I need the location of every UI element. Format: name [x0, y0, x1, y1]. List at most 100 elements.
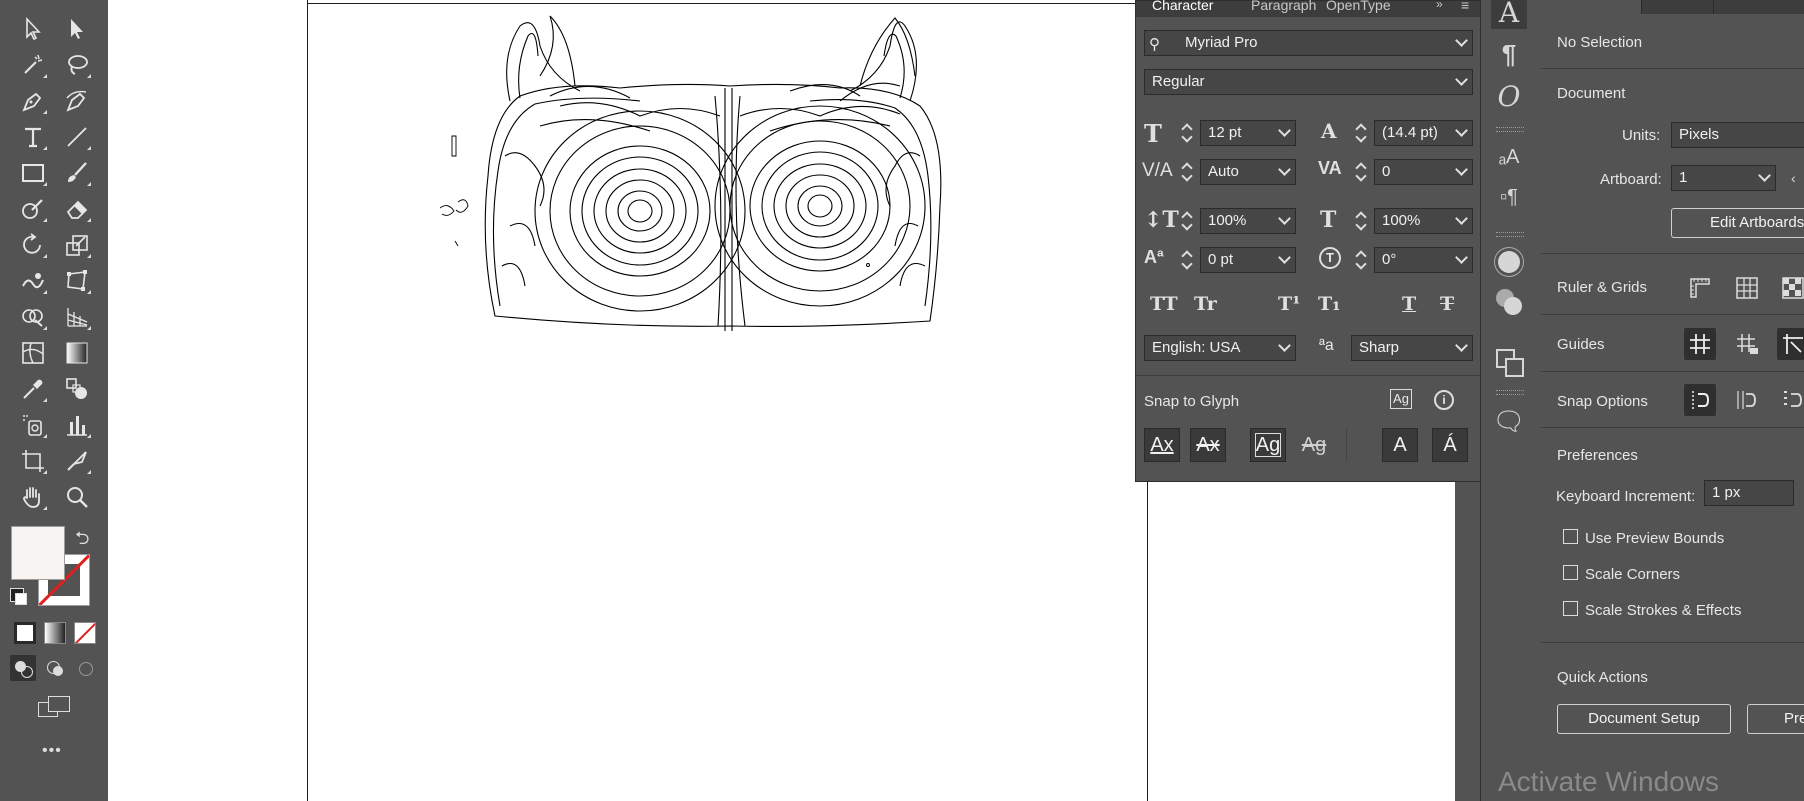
comments-panel-icon[interactable]: 🗨 — [1491, 404, 1527, 438]
warp-tool-icon[interactable] — [18, 266, 48, 296]
swap-fill-stroke-icon[interactable]: ⮌ — [75, 526, 89, 556]
preferences-button[interactable]: Preferences — [1747, 704, 1804, 734]
rotate-tool-icon[interactable] — [18, 230, 48, 260]
chevron-down-icon[interactable] — [1278, 124, 1291, 137]
snap-to-pixel-icon[interactable] — [1777, 384, 1804, 416]
tab-character[interactable]: Character — [1152, 0, 1213, 13]
font-size-field[interactable]: 12 pt — [1200, 120, 1296, 146]
graphic-styles-icon[interactable] — [1491, 285, 1527, 319]
blend-tool-icon[interactable] — [62, 374, 92, 404]
curvature-tool-icon[interactable] — [62, 86, 92, 116]
direct-selection-tool-icon[interactable] — [62, 14, 92, 44]
info-icon[interactable]: i — [1434, 390, 1454, 410]
leading-field[interactable]: (14.4 pt) — [1374, 120, 1473, 146]
artboard-nav-icon[interactable]: ‹ — [1791, 170, 1796, 186]
tracking-stepper[interactable] — [1354, 159, 1368, 185]
chevron-down-icon[interactable] — [1455, 163, 1468, 176]
slice-tool-icon[interactable] — [62, 446, 92, 476]
draw-inside-icon[interactable] — [72, 655, 98, 681]
font-family-field[interactable]: Myriad Pro — [1144, 30, 1473, 56]
grid-icon[interactable] — [1731, 272, 1763, 304]
baseline-shift-stepper[interactable] — [1180, 247, 1194, 273]
chevron-down-icon[interactable] — [1455, 339, 1468, 352]
snap-to-point-icon[interactable] — [1684, 384, 1716, 416]
snap-x-height-button[interactable]: Ax — [1190, 428, 1226, 462]
horizontal-scale-field[interactable]: 100% — [1374, 208, 1473, 234]
paragraph-panel-icon[interactable]: ¶ — [1491, 37, 1527, 71]
mesh-tool-icon[interactable] — [18, 338, 48, 368]
vertical-scale-stepper[interactable] — [1180, 208, 1194, 234]
shape-builder-tool-icon[interactable] — [18, 302, 48, 332]
chevron-down-icon[interactable] — [1278, 339, 1291, 352]
snap-proximity-button[interactable]: Ag — [1296, 428, 1332, 462]
character-styles-icon[interactable]: ₐA — [1491, 140, 1527, 174]
character-panel-icon[interactable]: A — [1491, 0, 1527, 29]
chevron-down-icon[interactable] — [1278, 212, 1291, 225]
all-caps-icon[interactable]: TT — [1150, 293, 1178, 315]
artboard-tool-icon[interactable] — [18, 446, 48, 476]
superscript-icon[interactable]: T¹ — [1278, 293, 1300, 315]
chevron-down-icon[interactable] — [1455, 73, 1468, 86]
strikethrough-icon[interactable]: T — [1440, 293, 1454, 315]
scale-tool-icon[interactable] — [62, 230, 92, 260]
perspective-grid-tool-icon[interactable] — [62, 302, 92, 332]
paintbrush-tool-icon[interactable] — [62, 158, 92, 188]
transparency-grid-icon[interactable] — [1777, 272, 1804, 304]
rulers-icon[interactable] — [1684, 272, 1716, 304]
collapse-panel-icon[interactable]: » — [1436, 0, 1443, 11]
chevron-down-icon[interactable] — [1278, 163, 1291, 176]
lasso-tool-icon[interactable] — [62, 50, 92, 80]
column-graph-tool-icon[interactable] — [62, 410, 92, 440]
panel-menu-icon[interactable]: ≡ — [1461, 0, 1469, 13]
opentype-panel-icon[interactable]: O — [1491, 79, 1527, 113]
chevron-down-icon[interactable] — [1455, 212, 1468, 225]
gradient-mode-icon[interactable] — [44, 622, 66, 644]
appearance-panel-icon[interactable] — [1491, 245, 1527, 279]
zoom-tool-icon[interactable] — [62, 482, 92, 512]
subscript-icon[interactable]: T₁ — [1318, 293, 1340, 315]
hand-tool-icon[interactable] — [18, 482, 48, 512]
underline-icon[interactable]: T — [1402, 293, 1416, 315]
kerning-field[interactable]: Auto — [1200, 159, 1296, 185]
scale-corners-checkbox[interactable] — [1563, 565, 1578, 580]
baseline-shift-field[interactable]: 0 pt — [1200, 247, 1296, 273]
use-preview-bounds-checkbox[interactable] — [1563, 529, 1578, 544]
anti-aliasing-select[interactable]: Sharp — [1351, 335, 1473, 361]
kerning-stepper[interactable] — [1180, 159, 1194, 185]
tab-opentype[interactable]: OpenType — [1326, 0, 1391, 13]
color-mode-icon[interactable] — [14, 622, 36, 644]
type-tool-icon[interactable] — [18, 122, 48, 152]
selection-tool-icon[interactable] — [18, 14, 48, 44]
snap-glyph-bounds-button[interactable]: Ag — [1250, 428, 1286, 462]
show-guides-icon[interactable] — [1684, 328, 1716, 360]
eyedropper-tool-icon[interactable] — [18, 374, 48, 404]
draw-normal-icon[interactable] — [10, 655, 36, 681]
font-style-field[interactable]: Regular — [1144, 69, 1473, 95]
magic-wand-tool-icon[interactable] — [18, 50, 48, 80]
pen-tool-icon[interactable] — [18, 86, 48, 116]
draw-behind-icon[interactable] — [42, 655, 68, 681]
search-icon[interactable]: ⚲ — [1149, 35, 1160, 53]
snap-angular-button[interactable]: A — [1382, 428, 1418, 462]
units-select[interactable]: Pixels — [1671, 122, 1804, 148]
glyph-guides-icon[interactable]: Ag — [1390, 389, 1412, 409]
tab-properties[interactable] — [1541, 0, 1641, 14]
screen-mode-icon[interactable] — [38, 694, 70, 720]
tab-paragraph[interactable]: Paragraph — [1251, 0, 1316, 13]
rotation-field[interactable]: 0° — [1374, 247, 1473, 273]
small-caps-icon[interactable]: Tr — [1194, 293, 1217, 315]
chevron-down-icon[interactable] — [1455, 124, 1468, 137]
snap-anchor-button[interactable]: Á — [1432, 428, 1468, 462]
font-size-stepper[interactable] — [1180, 120, 1194, 146]
line-segment-tool-icon[interactable] — [62, 122, 92, 152]
edit-toolbar-icon[interactable]: ••• — [42, 742, 62, 760]
chevron-down-icon[interactable] — [1278, 251, 1291, 264]
keyboard-increment-field[interactable]: 1 px — [1704, 480, 1794, 506]
chevron-down-icon[interactable] — [1455, 34, 1468, 47]
chevron-down-icon[interactable] — [1455, 251, 1468, 264]
artboards-panel-icon[interactable] — [1491, 345, 1527, 379]
snap-to-grid-icon[interactable] — [1731, 384, 1763, 416]
shaper-tool-icon[interactable] — [18, 194, 48, 224]
horizontal-scale-stepper[interactable] — [1354, 208, 1368, 234]
rotation-stepper[interactable] — [1354, 247, 1368, 273]
